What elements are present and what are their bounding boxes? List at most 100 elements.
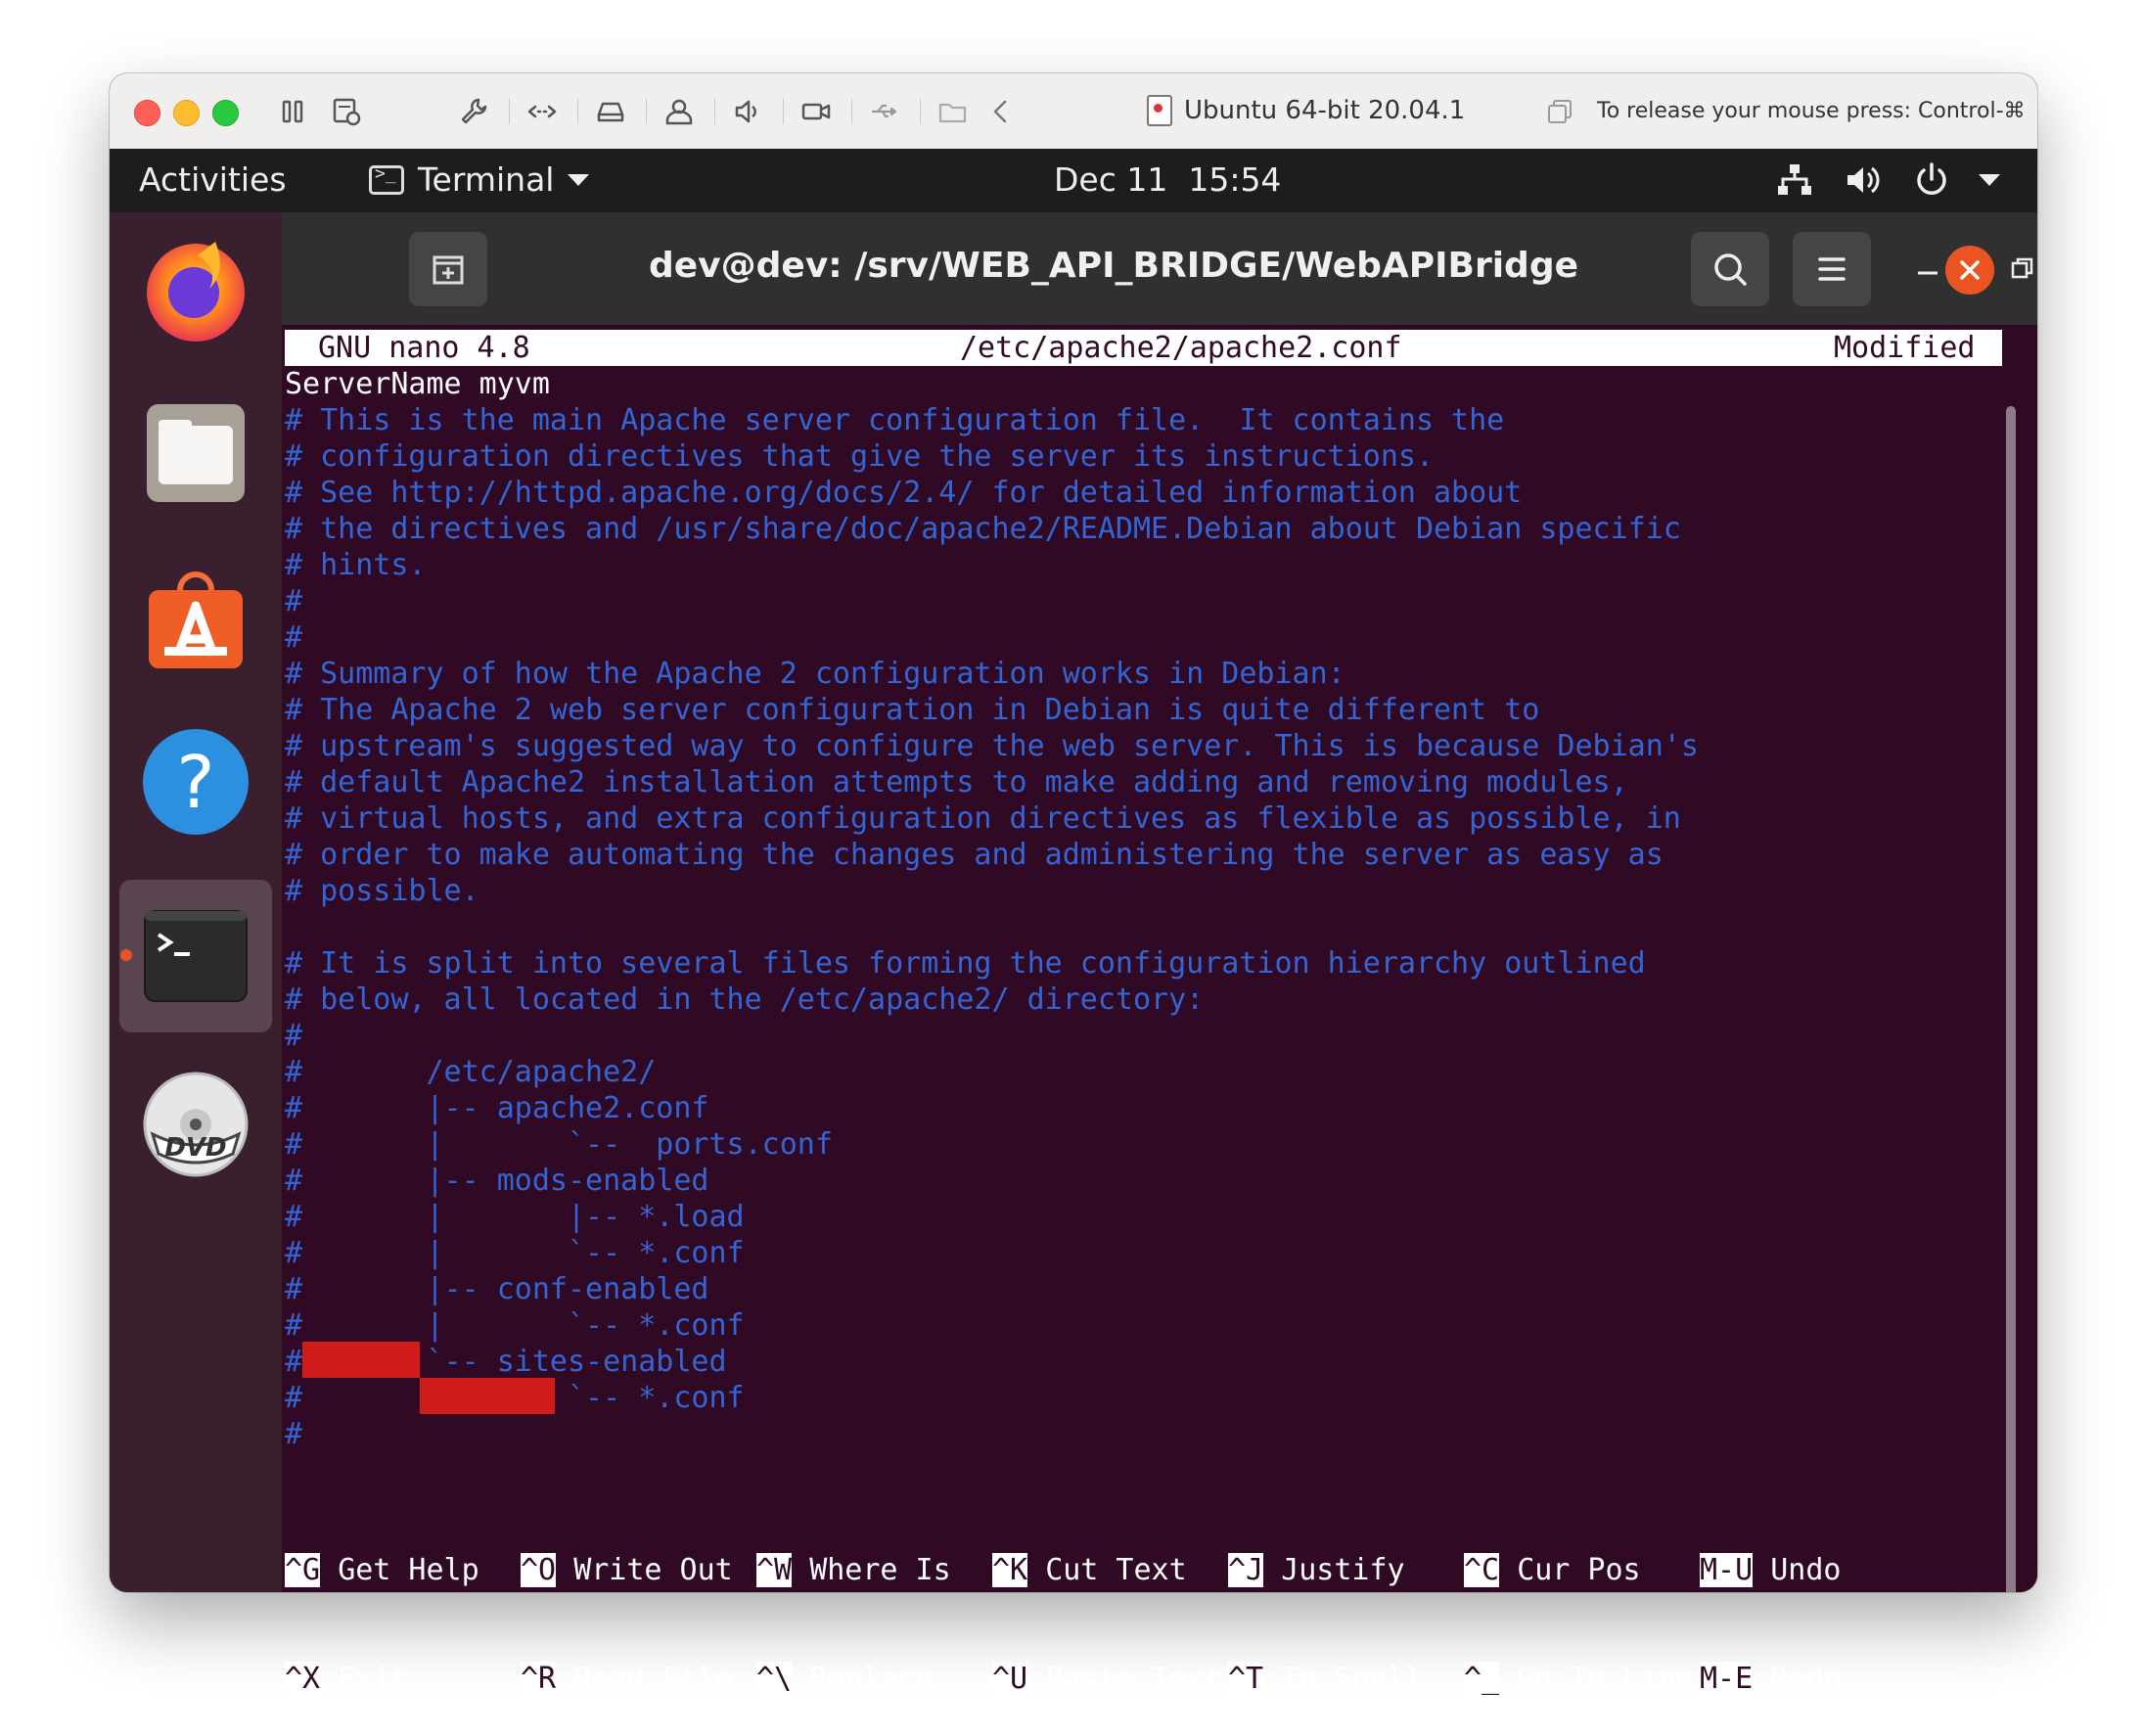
shortcut-key: ^R [521, 1662, 557, 1696]
close-terminal-icon[interactable] [1945, 246, 1994, 295]
buffer-line: # | `-- *.conf [285, 1236, 745, 1270]
shortcut-label: Go To Line [1517, 1662, 1694, 1696]
clock-date: Dec 11 [1054, 160, 1168, 199]
network-arrows-icon[interactable] [525, 95, 559, 128]
clock-time: 15:54 [1188, 160, 1282, 199]
shortcut-label: To Spell [1281, 1662, 1423, 1696]
firefox-icon[interactable] [139, 232, 252, 345]
zoom-window-button[interactable] [212, 100, 239, 126]
shortcut-item[interactable]: ^O Write Out [521, 1552, 733, 1588]
buffer-line: # [285, 584, 303, 618]
clock[interactable]: Dec 11 15:54 [1054, 160, 1281, 199]
nano-version: GNU nano 4.8 [318, 331, 530, 365]
shortcut-key: ^W [756, 1553, 793, 1587]
shortcut-key: ^X [285, 1662, 321, 1696]
app-menu-label: Terminal [418, 160, 555, 199]
ubuntu-dock: ? DVD [110, 212, 282, 1592]
shortcut-label: Paste Text [1045, 1662, 1222, 1696]
camera-icon[interactable] [799, 95, 833, 128]
running-indicator [120, 949, 132, 961]
shortcut-item[interactable]: ^W Where Is [756, 1552, 951, 1588]
buffer-line: ServerName myvm [285, 367, 550, 401]
close-window-button[interactable] [134, 100, 160, 126]
terminal-scrollbar[interactable] [2006, 406, 2016, 1592]
menu-button[interactable] [1793, 232, 1871, 306]
vm-title: Ubuntu 64-bit 20.04.1 [1147, 93, 1465, 128]
terminal-title: dev@dev: /srv/WEB_API_BRIDGE/WebAPIBridg… [648, 246, 1579, 286]
usb-icon[interactable] [868, 95, 901, 128]
shortcut-item[interactable]: ^K Cut Text [992, 1552, 1187, 1588]
nano-buffer[interactable]: ServerName myvm # This is the main Apache… [285, 366, 1699, 1452]
shortcut-item[interactable]: ^\ Replace [756, 1661, 934, 1697]
toolbar-separator [577, 99, 578, 124]
redaction-block [420, 1378, 555, 1414]
shortcut-key: ^C [1464, 1553, 1500, 1587]
shortcut-item[interactable]: ^C Cur Pos [1464, 1552, 1641, 1588]
shortcut-item[interactable]: ^R Read File [521, 1661, 733, 1697]
toolbar-separator [851, 99, 852, 124]
buffer-line: # `-- sites-enabled [285, 1345, 727, 1379]
snapshot-icon[interactable] [330, 95, 363, 128]
shortcut-item[interactable]: ^J Justify [1228, 1552, 1405, 1588]
shortcut-item[interactable]: M-U Undo [1700, 1552, 1842, 1588]
terminal-icon[interactable] [139, 899, 252, 1013]
shortcut-label: Replace [809, 1662, 934, 1696]
buffer-line: # |-- conf-enabled [285, 1272, 709, 1306]
app-menu[interactable]: Terminal [369, 160, 590, 199]
buffer-line [285, 909, 1699, 945]
toolbar-separator [920, 99, 921, 124]
shortcut-item[interactable]: ^X Exit [285, 1661, 408, 1697]
buffer-line: # upstream's suggested way to configure … [285, 729, 1699, 763]
minimize-icon[interactable] [1908, 250, 1947, 289]
settings-wrench-icon[interactable] [457, 95, 490, 128]
ubuntu-software-icon[interactable] [139, 561, 252, 674]
status-caret-down-icon [1979, 174, 2000, 186]
shortcut-key: ^J [1228, 1553, 1264, 1587]
activities-button[interactable]: Activities [139, 160, 287, 199]
shortcut-label: Cur Pos [1517, 1553, 1641, 1587]
hamburger-menu-icon [1818, 257, 1846, 281]
terminal-app-icon [369, 163, 404, 195]
system-status-menu[interactable] [1773, 159, 2000, 202]
user-icon[interactable] [662, 95, 696, 128]
shortcut-key: ^T [1228, 1662, 1264, 1696]
buffer-line: # configuration directives that give the… [285, 439, 1434, 474]
search-icon [1714, 253, 1747, 286]
files-icon[interactable] [139, 396, 252, 510]
pause-icon[interactable] [276, 95, 309, 128]
toolbar-separator [509, 99, 510, 124]
dvd-icon[interactable]: DVD [139, 1070, 252, 1183]
minimize-window-button[interactable] [173, 100, 200, 126]
nano-modified-status: Modified [1834, 331, 1976, 365]
shortcut-item[interactable]: M-E Redo [1700, 1661, 1842, 1697]
toolbar-separator [646, 99, 647, 124]
help-icon[interactable]: ? [139, 725, 252, 839]
caret-down-icon [568, 173, 590, 186]
network-wired-icon [1778, 164, 1811, 195]
shortcut-item[interactable]: ^G Get Help [285, 1552, 479, 1588]
back-arrow-icon[interactable] [985, 95, 1019, 128]
shortcut-key: ^_ [1464, 1662, 1500, 1696]
restore-icon[interactable] [2002, 250, 2037, 289]
shortcut-label: Where Is [809, 1553, 951, 1587]
vm-document-icon [1147, 95, 1172, 126]
buffer-line: # [285, 1019, 303, 1053]
shortcut-label: Cut Text [1045, 1553, 1187, 1587]
shared-folder-icon[interactable] [936, 95, 970, 128]
shortcut-key: ^\ [756, 1662, 793, 1696]
shortcut-label: Exit [338, 1662, 409, 1696]
vm-title-text: Ubuntu 64-bit 20.04.1 [1184, 96, 1466, 125]
shortcut-key: ^G [285, 1553, 321, 1587]
speaker-icon[interactable] [731, 95, 764, 128]
disk-icon[interactable] [594, 95, 627, 128]
buffer-line: # Summary of how the Apache 2 configurat… [285, 657, 1345, 691]
buffer-line: # [285, 1417, 303, 1451]
shortcut-item[interactable]: ^T To Spell [1228, 1661, 1423, 1697]
shortcut-key: ^K [992, 1553, 1028, 1587]
new-tab-button[interactable] [409, 232, 487, 306]
search-button[interactable] [1691, 232, 1769, 306]
toolbar-separator [714, 99, 715, 124]
shortcut-item[interactable]: ^U Paste Text [992, 1661, 1222, 1697]
window-copy-icon[interactable] [1548, 100, 1572, 123]
shortcut-item[interactable]: ^_ Go To Line [1464, 1661, 1694, 1697]
